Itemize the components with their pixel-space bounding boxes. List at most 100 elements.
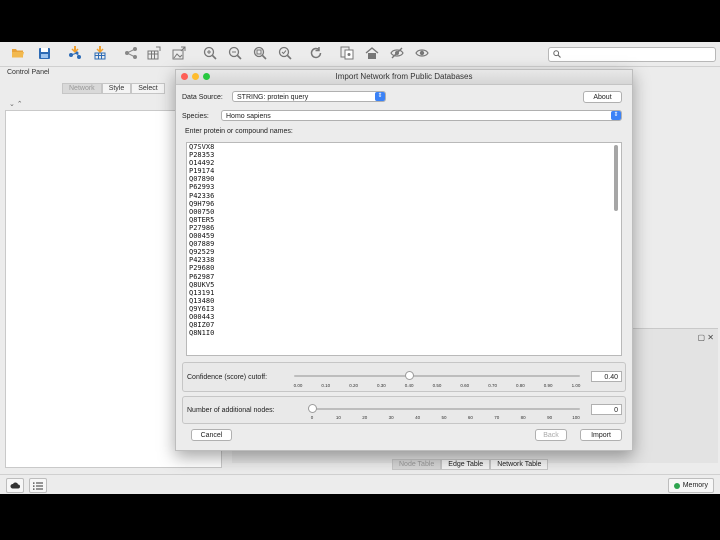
zoom-out-icon[interactable]: [227, 45, 243, 61]
names-label: Enter protein or compound names:: [185, 128, 293, 135]
confidence-slider-thumb[interactable]: [404, 371, 414, 380]
slider-tick-label: 1.00: [571, 383, 581, 388]
additional-nodes-value-field[interactable]: 0: [591, 404, 622, 415]
protein-id-list: Q7SVX8 P28353 O14492 P19174 Q07890 P62993 P423…: [189, 143, 214, 337]
tab-network-table[interactable]: Network Table: [490, 459, 549, 470]
chevron-updown-icon: ⇕: [611, 111, 621, 120]
protein-id-line: Q8TER5: [189, 215, 215, 224]
export-table-icon[interactable]: [146, 45, 162, 61]
slider-tick-label: 100: [572, 415, 580, 420]
slider-tick-label: 0.00: [293, 383, 303, 388]
slider-tick-label: 90: [547, 415, 553, 420]
slider-tick-label: 50: [441, 415, 447, 420]
tab-network[interactable]: Network: [62, 83, 102, 94]
tab-select[interactable]: Select: [131, 83, 165, 94]
confidence-value-field[interactable]: 0.40: [591, 371, 622, 382]
zoom-fit-icon[interactable]: [252, 45, 268, 61]
share-network-icon[interactable]: [123, 45, 139, 61]
slider-tick-label: 0.60: [460, 383, 470, 388]
protein-id-line: P62993: [189, 183, 215, 192]
slider-tick-label: 0.80: [516, 383, 525, 388]
protein-id-line: P28353: [189, 151, 215, 160]
protein-id-line: Q92529: [189, 248, 215, 257]
back-button[interactable]: Back: [535, 429, 567, 441]
species-value: Homo sapiens: [226, 113, 271, 120]
slider-tick-label: 0.50: [432, 383, 442, 388]
additional-nodes-slider-thumb[interactable]: [307, 404, 317, 413]
zoom-in-icon[interactable]: [202, 45, 218, 61]
protein-id-line: Q9H796: [189, 199, 215, 208]
confidence-group: Confidence (score) cutoff: 0.00 0.10 0.20 0…: [182, 362, 626, 392]
protein-id-line: Q9Y6I3: [189, 304, 215, 313]
export-image-icon[interactable]: [171, 45, 187, 61]
search-icon: [553, 50, 561, 58]
home-icon[interactable]: [364, 45, 380, 61]
protein-id-line: Q8N1I0: [189, 329, 215, 338]
data-source-select[interactable]: STRING: protein query ⇕: [232, 91, 386, 102]
slider-tick-label: 0.20: [349, 383, 358, 388]
control-panel-tabs: Network Style Select: [62, 83, 165, 94]
protein-id-line: Q13191: [189, 288, 215, 297]
import-button[interactable]: Import: [580, 429, 622, 441]
slider-tick-label: 70: [494, 415, 500, 420]
slider-tick-label: 30: [388, 415, 394, 420]
about-button[interactable]: About: [583, 91, 622, 103]
protein-id-line: P19174: [189, 167, 215, 176]
hide-icon[interactable]: [389, 45, 405, 61]
memory-label: Memory: [682, 482, 708, 489]
protein-id-line: Q7SVX8: [189, 143, 215, 151]
species-label: Species:: [182, 113, 209, 120]
dialog-titlebar: Import Network from Public Databases: [176, 70, 632, 85]
protein-id-line: Q13480: [189, 296, 215, 305]
slider-tick-label: 60: [467, 415, 473, 420]
textarea-scrollbar[interactable]: [614, 145, 618, 211]
protein-id-line: P62987: [189, 272, 215, 281]
search-input[interactable]: [548, 47, 716, 62]
data-source-value: STRING: protein query: [237, 94, 309, 101]
import-table-icon[interactable]: [92, 45, 108, 61]
save-icon[interactable]: [36, 45, 52, 61]
additional-nodes-group: Number of additional nodes: 0 10 20 30 40 50 6…: [182, 396, 626, 424]
panel-float-close-icons[interactable]: ▢ ✕: [698, 333, 714, 342]
slider-tick-label: 10: [335, 415, 341, 420]
chevron-updown-icon: ⇕: [375, 92, 385, 101]
tab-edge-table[interactable]: Edge Table: [441, 459, 491, 470]
import-network-dialog: Import Network from Public Databases Dat…: [175, 69, 633, 451]
slider-tick-label: 0.40: [404, 383, 414, 388]
protein-id-line: Q07889: [189, 240, 215, 249]
slider-tick-label: 0.10: [321, 383, 331, 388]
protein-id-line: Q07890: [189, 175, 215, 184]
protein-id-line: Q8UKV5: [189, 280, 215, 289]
protein-id-line: P42338: [189, 256, 215, 265]
cloud-icon[interactable]: [6, 478, 24, 493]
protein-id-line: P27986: [189, 223, 215, 232]
protein-id-line: P42336: [189, 191, 215, 200]
task-list-icon[interactable]: [29, 478, 47, 493]
protein-id-line: O00459: [189, 232, 215, 241]
protein-names-textarea[interactable]: Q7SVX8 P28353 O14492 P19174 Q07890 P62993 P423…: [186, 142, 622, 356]
additional-nodes-label: Number of additional nodes:: [187, 407, 275, 414]
new-network-from-selection-icon[interactable]: [339, 45, 355, 61]
protein-id-line: O00443: [189, 312, 215, 321]
protein-id-line: P29680: [189, 264, 215, 273]
main-toolbar: [0, 42, 720, 67]
memory-button[interactable]: Memory: [667, 478, 714, 493]
confidence-slider-track[interactable]: [294, 375, 580, 377]
import-network-icon[interactable]: [67, 45, 83, 61]
species-select[interactable]: Homo sapiens ⇕: [221, 110, 622, 121]
open-folder-icon[interactable]: [10, 45, 26, 61]
refresh-icon[interactable]: [308, 45, 324, 61]
tab-node-table[interactable]: Node Table: [392, 459, 442, 470]
slider-tick-label: 80: [520, 415, 526, 420]
additional-nodes-slider-track[interactable]: [308, 408, 580, 410]
memory-status-icon: [673, 482, 680, 489]
data-source-label: Data Source:: [182, 94, 223, 101]
protein-id-line: Q8IZ07: [189, 321, 215, 330]
zoom-selected-icon[interactable]: [277, 45, 293, 61]
slider-tick-label: 0.30: [377, 383, 386, 388]
table-tabs: Node Table Edge Table Network Table: [392, 459, 549, 470]
cancel-button[interactable]: Cancel: [191, 429, 232, 441]
tab-style[interactable]: Style: [101, 83, 132, 94]
show-icon[interactable]: [414, 45, 430, 61]
expand-collapse-icon[interactable]: ⌄ ⌃: [9, 100, 23, 108]
